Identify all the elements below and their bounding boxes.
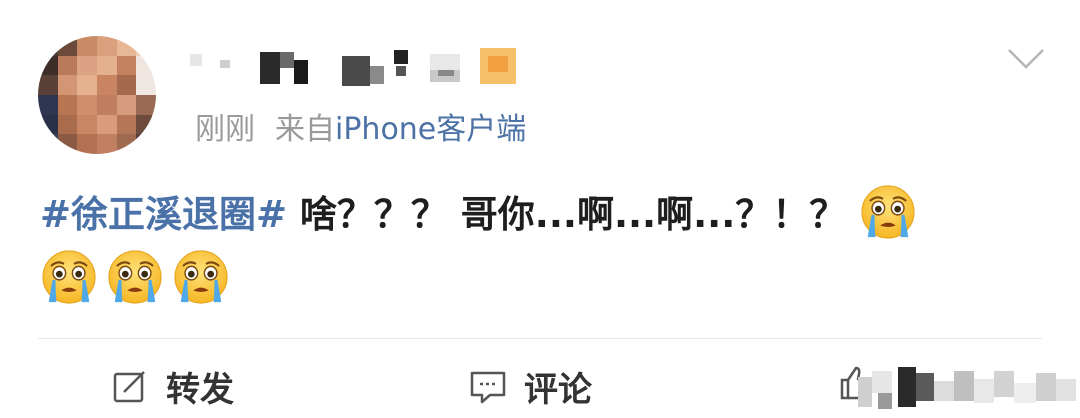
watermark-redacted — [858, 367, 1080, 418]
comment-label: 评论 — [524, 370, 592, 410]
avatar[interactable] — [38, 36, 156, 154]
post-text: 啥？？？ 哥你...啊...啊...？！？ — [287, 193, 860, 236]
chevron-down-icon[interactable] — [1006, 44, 1046, 74]
repost-button[interactable]: 转发 — [110, 362, 234, 411]
source-prefix: 来自 — [275, 112, 335, 147]
hashtag-link[interactable]: #徐正溪退圈# — [40, 193, 287, 236]
post-content: #徐正溪退圈# 啥？？？ 哥你...啊...啊...？！？ — [40, 183, 1040, 306]
comment-icon — [470, 371, 506, 403]
username-redacted[interactable] — [190, 44, 530, 88]
repost-icon — [113, 370, 145, 402]
crying-face-emoji-icon — [40, 248, 98, 306]
crying-face-emoji-icon — [859, 183, 917, 241]
divider — [38, 338, 1042, 339]
post-timestamp: 刚刚 — [195, 112, 255, 147]
comment-button[interactable]: 评论 — [468, 362, 592, 411]
source-link[interactable]: iPhone客户端 — [335, 112, 526, 147]
post-meta: 刚刚 来自iPhone客户端 — [195, 112, 526, 148]
crying-face-emoji-icon — [172, 248, 230, 306]
crying-face-emoji-icon — [106, 248, 164, 306]
repost-label: 转发 — [166, 370, 234, 410]
